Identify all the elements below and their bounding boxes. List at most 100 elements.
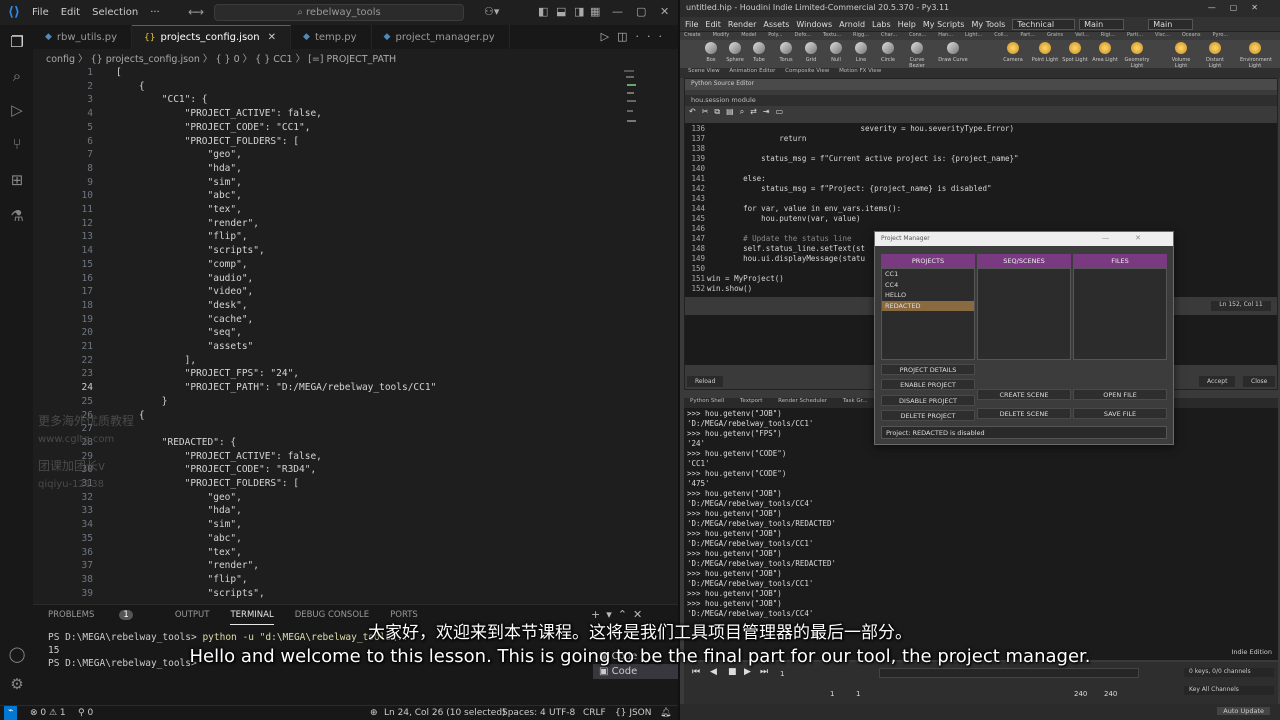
maximize-icon[interactable]: ▢ — [636, 5, 646, 18]
save-file-button[interactable]: SAVE FILE — [1073, 408, 1167, 419]
layout-toggle-icon[interactable]: ◧ — [538, 5, 548, 18]
auto-update-button[interactable]: Auto Update — [1217, 707, 1270, 715]
close-button[interactable]: Close — [1243, 376, 1276, 387]
shelf-tool-area-light[interactable]: Area Light — [1090, 42, 1120, 63]
shelf-tool-point-light[interactable]: Point Light — [1030, 42, 1060, 63]
close-icon[interactable]: ✕ — [1135, 234, 1167, 242]
shelf-tool-spot-light[interactable]: Spot Light — [1060, 42, 1090, 63]
shelf-tab[interactable]: Model — [741, 32, 756, 40]
close-icon[interactable]: ✕ — [660, 5, 669, 18]
minimize-icon[interactable]: — — [1208, 3, 1230, 12]
shelf-tool-circle[interactable]: Circle — [873, 42, 903, 63]
minimize-icon[interactable]: — — [1102, 234, 1135, 242]
shelf-tool-curve-bezier[interactable]: Curve Bezier — [902, 42, 932, 69]
shelf-tab[interactable]: Grains — [1047, 32, 1063, 40]
menu-file[interactable]: File — [685, 20, 698, 29]
menu-windows[interactable]: Windows — [796, 20, 832, 29]
shelf-tab[interactable]: Rigg... — [853, 32, 869, 40]
projects-list[interactable]: CC1 CC4 HELLO REDACTED — [881, 268, 975, 360]
breadcrumb[interactable]: config 〉 {} projects_config.json 〉 { } 0… — [46, 51, 396, 65]
tab-scene-view[interactable]: Scene View — [688, 68, 720, 74]
settings-gear-icon[interactable]: ⚙ — [8, 675, 26, 693]
scenes-list[interactable] — [977, 268, 1071, 360]
shelf-tab[interactable]: Poly... — [768, 32, 782, 40]
replace-icon[interactable]: ⇄ — [750, 107, 763, 116]
tab-animation-editor[interactable]: Animation Editor — [729, 68, 775, 74]
tab-composite-view[interactable]: Composite View — [785, 68, 829, 74]
menu-selection[interactable]: Selection — [92, 7, 138, 18]
shelf-tool-volume-light[interactable]: Volume Light — [1166, 42, 1196, 69]
menu-edit[interactable]: Edit — [61, 7, 80, 18]
module-selector[interactable]: hou.session module — [685, 95, 1277, 106]
shelf-tab[interactable]: Oceans — [1182, 32, 1201, 40]
start-frame-2[interactable]: 1 — [856, 690, 860, 698]
tab-textport[interactable]: Textport — [740, 398, 762, 404]
main-dropdown-2[interactable]: Main — [1148, 18, 1194, 30]
menu-assets[interactable]: Assets — [763, 20, 789, 29]
accept-button[interactable]: Accept — [1199, 376, 1236, 387]
shelf-tab[interactable]: Vell... — [1075, 32, 1089, 40]
more-actions-icon[interactable]: ··· — [636, 30, 671, 43]
source-control-icon[interactable]: ⑂ — [8, 135, 26, 153]
shelf-tab[interactable]: Modify — [713, 32, 730, 40]
disable-project-button[interactable]: DISABLE PROJECT — [881, 395, 975, 406]
tab-project-manager[interactable]: ◆ project_manager.py — [372, 25, 510, 49]
shelf-tab[interactable]: Coll... — [994, 32, 1008, 40]
shelf-tab[interactable]: Char... — [881, 32, 897, 40]
explorer-icon[interactable]: ❐ — [8, 33, 26, 51]
search-icon[interactable]: ⌕ — [8, 67, 26, 85]
tab-python-shell[interactable]: Python Shell — [690, 398, 724, 404]
close-icon[interactable]: ✕ — [1251, 3, 1272, 12]
end-frame-2[interactable]: 240 — [1104, 690, 1117, 698]
current-frame[interactable]: 1 — [780, 670, 784, 678]
paste-icon[interactable]: ▤ — [726, 107, 740, 116]
menu-my-tools[interactable]: My Tools — [971, 20, 1005, 29]
start-frame[interactable]: 1 — [830, 690, 834, 698]
open-file-button[interactable]: OPEN FILE — [1073, 389, 1167, 400]
maximize-icon[interactable]: ▢ — [1230, 3, 1252, 12]
ports-status[interactable]: ⚲ 0 — [78, 708, 93, 718]
project-list-item[interactable]: REDACTED — [882, 300, 974, 311]
cursor-position[interactable]: Ln 24, Col 26 (10 selected) — [384, 708, 506, 718]
command-center-search[interactable]: ⌕ rebelway_tools — [214, 4, 464, 21]
tab-task-graph[interactable]: Task Gr... — [843, 398, 868, 404]
comment-icon[interactable]: ▭ — [776, 107, 790, 116]
main-dropdown[interactable]: Main — [1079, 18, 1125, 30]
shelf-tool-camera[interactable]: Camera — [998, 42, 1028, 63]
run-debug-icon[interactable]: ▷ — [8, 101, 26, 119]
shelf-tab[interactable]: Parti... — [1127, 32, 1143, 40]
menu-edit[interactable]: Edit — [705, 20, 721, 29]
encoding[interactable]: UTF-8 — [549, 708, 575, 718]
panel-toggle-icon[interactable]: ⬓ — [556, 5, 566, 18]
tab-motion-fx-view[interactable]: Motion FX View — [839, 68, 881, 74]
shelf-tool-line[interactable]: Line — [846, 42, 876, 63]
shelf-tab[interactable]: Part... — [1020, 32, 1035, 40]
tab-render-scheduler[interactable]: Render Scheduler — [778, 398, 827, 404]
shelf-tab[interactable]: Defo... — [795, 32, 811, 40]
key-all-channels[interactable]: Key All Channels — [1184, 686, 1274, 695]
timeline-bar[interactable] — [879, 668, 1139, 678]
menu-arnold[interactable]: Arnold — [839, 20, 865, 29]
tab-temp[interactable]: ◆ temp.py — [291, 25, 372, 49]
indentation[interactable]: Spaces: 4 — [502, 708, 546, 718]
close-panel-icon[interactable]: ✕ — [633, 608, 648, 621]
minimize-icon[interactable]: — — [612, 5, 623, 18]
project-list-item[interactable]: HELLO — [882, 290, 974, 301]
split-editor-icon[interactable]: ◫ — [617, 30, 635, 43]
copy-icon[interactable]: ⧉ — [714, 107, 726, 116]
customize-layout-icon[interactable]: ▦ — [590, 5, 600, 18]
run-icon[interactable]: ▷ — [601, 30, 617, 43]
reload-button[interactable]: Reload — [687, 376, 724, 387]
language-mode[interactable]: {} JSON — [615, 708, 652, 718]
menu-render[interactable]: Render — [728, 20, 756, 29]
new-terminal-icon[interactable]: + — [591, 608, 606, 621]
menu-file[interactable]: File — [32, 7, 49, 18]
project-list-item[interactable]: CC1 — [882, 269, 974, 280]
delete-project-button[interactable]: DELETE PROJECT — [881, 410, 975, 421]
enable-project-button[interactable]: ENABLE PROJECT — [881, 379, 975, 390]
shelf-tab[interactable]: Textu... — [823, 32, 841, 40]
menu-labs[interactable]: Labs — [872, 20, 891, 29]
cut-icon[interactable]: ✂ — [702, 107, 715, 116]
project-list-item[interactable]: CC4 — [882, 280, 974, 291]
shelf-tab[interactable]: Cons... — [909, 32, 926, 40]
